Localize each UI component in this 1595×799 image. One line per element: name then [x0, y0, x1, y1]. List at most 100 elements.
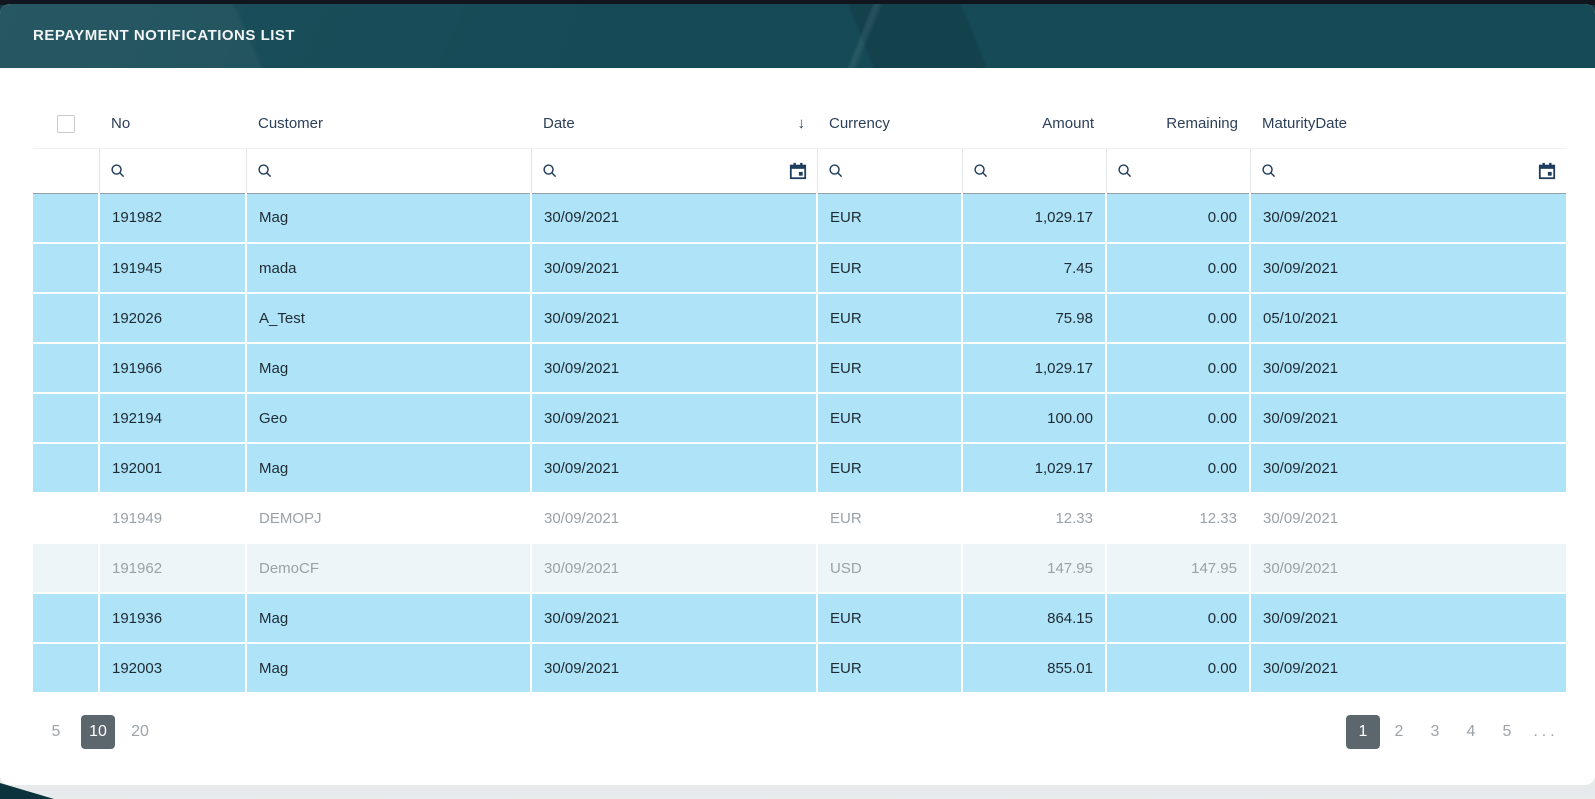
- select-all-checkbox[interactable]: [57, 115, 75, 133]
- column-header-currency[interactable]: Currency: [817, 100, 962, 148]
- cell-remaining: 0.00: [1106, 443, 1250, 493]
- filter-cell-customer: [246, 148, 531, 193]
- cell-currency: EUR: [817, 343, 962, 393]
- table-row[interactable]: 191962 DemoCF 30/09/2021 USD 147.95 147.…: [33, 543, 1566, 593]
- cell-maturity-date: 30/09/2021: [1250, 493, 1566, 543]
- search-icon[interactable]: [828, 163, 844, 179]
- cell-remaining: 12.33: [1106, 493, 1250, 543]
- cell-amount: 147.95: [962, 543, 1106, 593]
- filter-input-amount[interactable]: [997, 162, 1096, 179]
- table-row[interactable]: 191936 Mag 30/09/2021 EUR 864.15 0.00 30…: [33, 593, 1566, 643]
- cell-maturity-date: 30/09/2021: [1250, 443, 1566, 493]
- column-header-amount[interactable]: Amount: [962, 100, 1106, 148]
- table-row[interactable]: 191966 Mag 30/09/2021 EUR 1,029.17 0.00 …: [33, 343, 1566, 393]
- table-row[interactable]: 192194 Geo 30/09/2021 EUR 100.00 0.00 30…: [33, 393, 1566, 443]
- filter-cell-no: [99, 148, 246, 193]
- table-row[interactable]: 191945 mada 30/09/2021 EUR 7.45 0.00 30/…: [33, 243, 1566, 293]
- cell-no: 192003: [99, 643, 246, 693]
- cell-no: 191949: [99, 493, 246, 543]
- filter-input-no[interactable]: [134, 162, 236, 179]
- cell-date: 30/09/2021: [531, 293, 817, 343]
- cell-customer: Mag: [246, 343, 531, 393]
- sort-descending-icon[interactable]: ↓: [798, 115, 806, 132]
- column-header-customer[interactable]: Customer: [246, 100, 531, 148]
- filter-input-customer[interactable]: [281, 162, 521, 179]
- cell-no: 192026: [99, 293, 246, 343]
- row-selector-cell[interactable]: [33, 293, 99, 343]
- cell-amount: 1,029.17: [962, 193, 1106, 243]
- page-title: REPAYMENT NOTIFICATIONS LIST: [0, 4, 1595, 68]
- page-1[interactable]: 1: [1346, 715, 1380, 749]
- select-all-header-cell: [33, 100, 99, 148]
- row-selector-cell[interactable]: [33, 493, 99, 543]
- cell-amount: 7.45: [962, 243, 1106, 293]
- cell-amount: 864.15: [962, 593, 1106, 643]
- search-icon[interactable]: [257, 163, 273, 179]
- search-icon[interactable]: [110, 163, 126, 179]
- filter-cell-date: [531, 148, 817, 193]
- cell-date: 30/09/2021: [531, 443, 817, 493]
- cell-maturity-date: 30/09/2021: [1250, 643, 1566, 693]
- column-header-no[interactable]: No: [99, 100, 246, 148]
- page-5[interactable]: 5: [1490, 715, 1524, 749]
- page-size-5[interactable]: 5: [39, 715, 73, 749]
- cell-amount: 855.01: [962, 643, 1106, 693]
- column-header-date[interactable]: Date ↓: [531, 100, 817, 148]
- column-header-remaining[interactable]: Remaining: [1106, 100, 1250, 148]
- row-selector-cell[interactable]: [33, 243, 99, 293]
- cell-no: 191936: [99, 593, 246, 643]
- cell-date: 30/09/2021: [531, 493, 817, 543]
- cell-currency: EUR: [817, 193, 962, 243]
- page-4[interactable]: 4: [1454, 715, 1488, 749]
- cell-no: 191982: [99, 193, 246, 243]
- cell-customer: A_Test: [246, 293, 531, 343]
- cell-currency: EUR: [817, 243, 962, 293]
- cell-currency: EUR: [817, 643, 962, 693]
- page-3[interactable]: 3: [1418, 715, 1452, 749]
- cell-maturity-date: 05/10/2021: [1250, 293, 1566, 343]
- search-icon[interactable]: [973, 163, 989, 179]
- cell-maturity-date: 30/09/2021: [1250, 193, 1566, 243]
- filter-input-currency[interactable]: [852, 162, 952, 179]
- calendar-icon[interactable]: [789, 162, 807, 180]
- row-selector-cell[interactable]: [33, 193, 99, 243]
- row-selector-cell[interactable]: [33, 593, 99, 643]
- cell-date: 30/09/2021: [531, 343, 817, 393]
- table-row[interactable]: 192026 A_Test 30/09/2021 EUR 75.98 0.00 …: [33, 293, 1566, 343]
- search-icon[interactable]: [542, 163, 558, 179]
- table-row[interactable]: 191982 Mag 30/09/2021 EUR 1,029.17 0.00 …: [33, 193, 1566, 243]
- cell-date: 30/09/2021: [531, 643, 817, 693]
- filter-input-maturitydate[interactable]: [1285, 162, 1531, 179]
- cell-no: 191966: [99, 343, 246, 393]
- page-size-10[interactable]: 10: [81, 715, 115, 749]
- repayment-notifications-table: No Customer Date ↓ Currency Amount Remai…: [33, 100, 1566, 694]
- row-selector-cell[interactable]: [33, 343, 99, 393]
- row-selector-cell[interactable]: [33, 643, 99, 693]
- filter-input-date[interactable]: [566, 162, 781, 179]
- column-header-maturitydate[interactable]: MaturityDate: [1250, 100, 1566, 148]
- cell-no: 192001: [99, 443, 246, 493]
- page-size-20[interactable]: 20: [123, 715, 157, 749]
- search-icon[interactable]: [1117, 163, 1133, 179]
- cell-currency: EUR: [817, 293, 962, 343]
- row-selector-cell[interactable]: [33, 543, 99, 593]
- page-ellipsis: ...: [1526, 715, 1560, 749]
- search-icon[interactable]: [1261, 163, 1277, 179]
- page-navigator: 1 2 3 4 5 ...: [1344, 715, 1560, 749]
- cell-remaining: 0.00: [1106, 343, 1250, 393]
- cell-currency: USD: [817, 543, 962, 593]
- calendar-icon[interactable]: [1538, 162, 1556, 180]
- cell-date: 30/09/2021: [531, 543, 817, 593]
- page-2[interactable]: 2: [1382, 715, 1416, 749]
- pagination-bar: 5 10 20 1 2 3 4 5 ...: [33, 694, 1566, 749]
- filter-cell-currency: [817, 148, 962, 193]
- table-row[interactable]: 192003 Mag 30/09/2021 EUR 855.01 0.00 30…: [33, 643, 1566, 693]
- row-selector-cell[interactable]: [33, 393, 99, 443]
- table-row[interactable]: 192001 Mag 30/09/2021 EUR 1,029.17 0.00 …: [33, 443, 1566, 493]
- table-row[interactable]: 191949 DEMOPJ 30/09/2021 EUR 12.33 12.33…: [33, 493, 1566, 543]
- cell-customer: Mag: [246, 443, 531, 493]
- row-selector-cell[interactable]: [33, 443, 99, 493]
- filter-input-remaining[interactable]: [1141, 162, 1240, 179]
- table-body: 191982 Mag 30/09/2021 EUR 1,029.17 0.00 …: [33, 193, 1566, 693]
- cell-date: 30/09/2021: [531, 193, 817, 243]
